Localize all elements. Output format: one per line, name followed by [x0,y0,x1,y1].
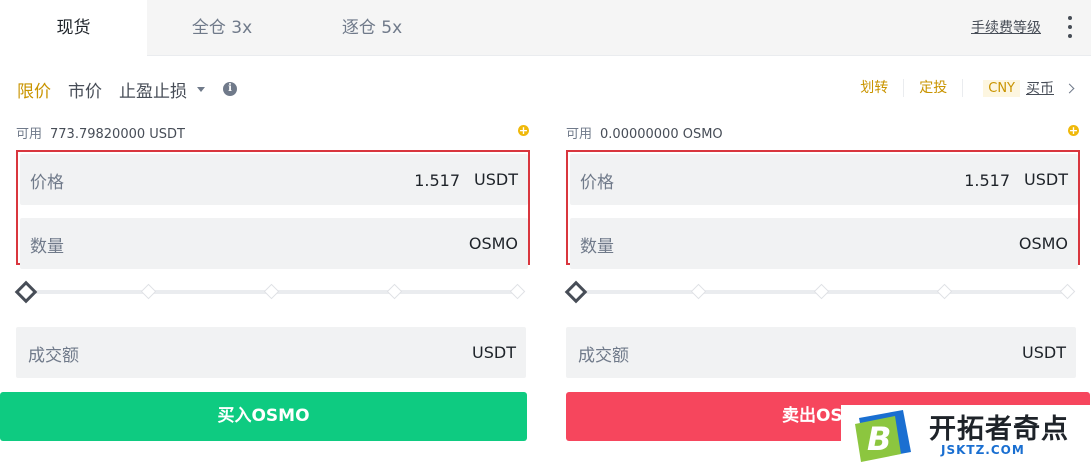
order-type-limit[interactable]: 限价 [17,77,51,102]
price-value: 1.517 [414,171,460,190]
price-label: 价格 [30,173,64,193]
order-type-stop-limit[interactable]: 止盈止损 [119,77,187,102]
tab-isolated-margin[interactable]: 逐仓 5x [297,0,447,56]
total-unit: USDT [472,343,516,362]
chevron-right-icon[interactable] [1064,83,1075,93]
watermark-title: 开拓者奇点 [929,414,1069,445]
slider-tick-icon[interactable] [690,283,707,300]
watermark-subtitle: JSKTZ.COM [941,443,1025,457]
highlight-box: 价格 1.517 USDT 数量 OSMO [16,150,530,269]
order-type-selector: 限价 市价 止盈止损 i [17,77,237,102]
available-label: 可用 [16,127,43,142]
svg-text:B: B [867,420,891,458]
quantity-label: 数量 [580,237,614,257]
sell-available: 可用 0.00000000 OSMO [566,123,723,142]
slider-handle-icon[interactable] [564,280,588,304]
buy-button[interactable]: 买入OSMO [0,392,527,441]
price-unit: USDT [1024,170,1068,189]
sell-price-input[interactable]: 价格 1.517 USDT [570,154,1078,205]
transfer-link[interactable]: 划转 [845,79,905,97]
auto-invest-link[interactable]: 定投 [904,79,964,97]
buy-available: 可用 773.79820000 USDT [16,123,185,142]
buy-quantity-input[interactable]: 数量 OSMO [20,218,528,269]
order-type-market[interactable]: 市价 [68,77,102,102]
sell-quantity-input[interactable]: 数量 OSMO [570,218,1078,269]
total-unit: USDT [1022,343,1066,362]
buy-percent-slider[interactable] [14,280,528,304]
slider-tick-icon[interactable] [813,283,830,300]
currency-badge[interactable]: CNY [983,79,1020,97]
deposit-plus-icon[interactable]: + [1068,125,1079,136]
slider-handle-icon[interactable] [14,280,38,304]
sell-percent-slider[interactable] [564,280,1078,304]
watermark: B 开拓者奇点 JSKTZ.COM [841,405,1091,464]
info-icon[interactable]: i [223,82,237,96]
total-label: 成交额 [578,346,629,366]
slider-tick-icon[interactable] [140,283,157,300]
watermark-logo-icon: B [855,410,911,462]
top-links: 划转 定投 CNY 买币 [845,76,1075,100]
quantity-unit: OSMO [468,234,518,253]
buy-price-input[interactable]: 价格 1.517 USDT [20,154,528,205]
available-label: 可用 [566,127,593,142]
sell-total-input[interactable]: 成交额 USDT [566,327,1076,378]
slider-tick-icon[interactable] [1059,283,1076,300]
buy-coin-link[interactable]: 买币 [1026,78,1054,98]
slider-tick-icon[interactable] [936,283,953,300]
quantity-label: 数量 [30,237,64,257]
highlight-box: 价格 1.517 USDT 数量 OSMO [566,150,1080,269]
fee-level-link[interactable]: 手续费等级 [971,17,1041,37]
deposit-plus-icon[interactable]: + [518,125,529,136]
tab-spot[interactable]: 现货 [0,0,147,57]
slider-tick-icon[interactable] [386,283,403,300]
margin-mode-tabbar: 现货 全仓 3x 逐仓 5x 手续费等级 [0,0,1091,57]
more-vertical-icon[interactable] [1067,16,1073,38]
buy-total-input[interactable]: 成交额 USDT [16,327,526,378]
available-value: 773.79820000 USDT [50,127,185,142]
price-unit: USDT [474,170,518,189]
slider-tick-icon[interactable] [509,283,526,300]
price-label: 价格 [580,173,614,193]
slider-tick-icon[interactable] [263,283,280,300]
available-value: 0.00000000 OSMO [600,127,723,142]
total-label: 成交额 [28,346,79,366]
price-value: 1.517 [964,171,1010,190]
tab-cross-margin[interactable]: 全仓 3x [147,0,297,56]
caret-down-icon[interactable] [197,86,205,92]
quantity-unit: OSMO [1018,234,1068,253]
